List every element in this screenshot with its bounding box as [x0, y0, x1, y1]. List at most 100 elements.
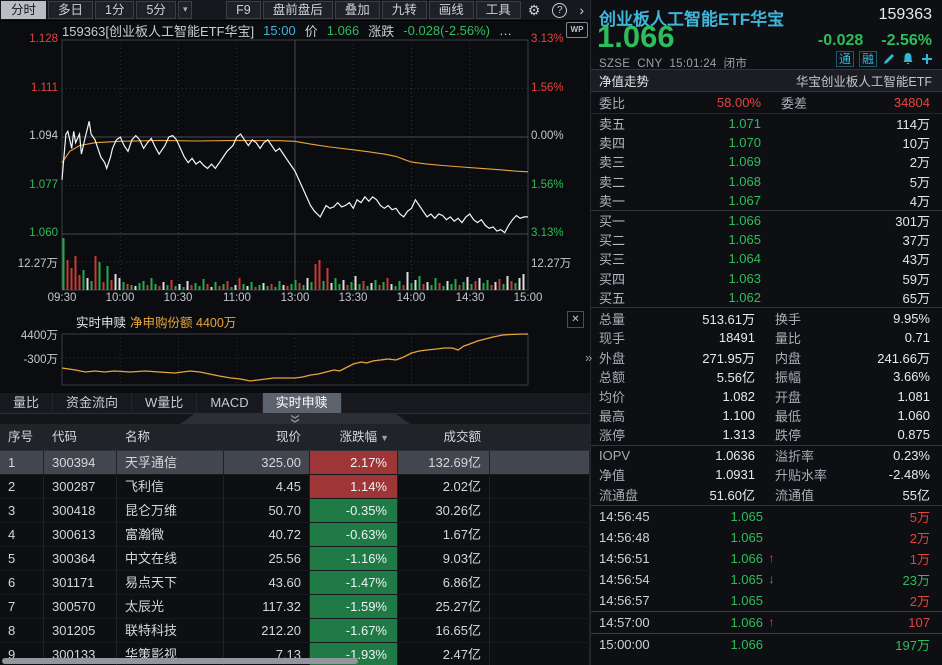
col-header-code[interactable]: 代码: [44, 424, 117, 450]
tab-volume-ratio[interactable]: 量比: [0, 393, 53, 413]
collapse-handle[interactable]: [180, 414, 410, 424]
table-row[interactable]: 1 300394 天孚通信 325.00 2.17% 132.69亿: [0, 451, 590, 475]
margin-badge-tong: 通: [836, 51, 854, 67]
table-row[interactable]: 5 300364 中文在线 25.56 -1.16% 9.03亿: [0, 547, 590, 571]
tab-timeline[interactable]: 分时: [1, 1, 46, 19]
close-icon[interactable]: ✕: [567, 311, 584, 328]
pre-post-market-button[interactable]: 盘前盘后: [263, 1, 333, 19]
tab-1min[interactable]: 1分: [95, 1, 134, 19]
table-row[interactable]: 2 300287 飞利信 4.45 1.14% 2.02亿: [0, 475, 590, 499]
bid-label: 买四: [599, 269, 643, 288]
stat-value-1: 1.082: [649, 389, 755, 404]
ask-row[interactable]: 卖一 1.067 4万: [591, 191, 942, 210]
panel-expander-icon[interactable]: »: [585, 350, 592, 365]
tick-row[interactable]: 14:56:51 1.066 ↑ 1万: [591, 548, 942, 569]
cell-price: 25.56: [224, 547, 310, 570]
horizontal-scrollbar[interactable]: [2, 658, 358, 664]
table-row[interactable]: 6 301171 易点天下 43.60 -1.47% 6.86亿: [0, 571, 590, 595]
f9-button[interactable]: F9: [226, 1, 261, 19]
nav-trend-row[interactable]: 净值走势 华宝创业板人工智能ETF: [591, 69, 942, 92]
cell-name[interactable]: 太辰光: [117, 595, 224, 618]
cell-name[interactable]: 易点天下: [117, 571, 224, 594]
table-row[interactable]: 4 300613 富瀚微 40.72 -0.63% 1.67亿: [0, 523, 590, 547]
tick-volume: 2万: [780, 528, 930, 547]
table-row[interactable]: 3 300418 昆仑万维 50.70 -0.35% 30.26亿: [0, 499, 590, 523]
nav-trend-label[interactable]: 净值走势: [599, 71, 649, 90]
x-tick: 11:00: [217, 292, 257, 304]
bid-volume: 65万: [761, 288, 930, 307]
intraday-chart[interactable]: [0, 0, 590, 310]
tick-row[interactable]: 14:56:54 1.065 ↓ 23万: [591, 569, 942, 590]
table-row[interactable]: 7 300570 太辰光 117.32 -1.59% 25.27亿: [0, 595, 590, 619]
draw-line-button[interactable]: 画线: [429, 1, 474, 19]
chart-symbol-label: 159363[创业板人工智能ETF华宝]: [62, 21, 254, 40]
tab-macd[interactable]: MACD: [197, 393, 262, 413]
tick-row[interactable]: 14:56:57 1.065 2万: [591, 590, 942, 612]
bid-row[interactable]: 买一 1.066 301万: [591, 211, 942, 230]
cell-name[interactable]: 富瀚微: [117, 523, 224, 546]
cell-amount: 6.86亿: [398, 571, 490, 594]
ask-row[interactable]: 卖五 1.071 114万: [591, 114, 942, 133]
nine-turn-button[interactable]: 九转: [382, 1, 427, 19]
cell-name[interactable]: 中文在线: [117, 547, 224, 570]
tick-row[interactable]: 14:56:48 1.065 2万: [591, 527, 942, 548]
col-header-name[interactable]: 名称: [117, 424, 224, 450]
cell-change-pct: 2.17%: [310, 451, 398, 474]
tick-volume: 23万: [780, 570, 930, 589]
ask-row[interactable]: 卖四 1.070 10万: [591, 133, 942, 152]
x-tick: 15:00: [508, 292, 548, 304]
tick-row[interactable]: 14:57:00 1.066 ↑ 107: [591, 612, 942, 634]
cell-name[interactable]: 飞利信: [117, 475, 224, 498]
tick-row[interactable]: 15:00:00 1.066 197万: [591, 634, 942, 655]
more-dots-icon[interactable]: …: [499, 23, 512, 38]
col-header-amount[interactable]: 成交额: [398, 424, 490, 450]
cell-amount: 16.65亿: [398, 619, 490, 642]
col-header-change-pct[interactable]: 涨跌幅▼: [310, 424, 398, 450]
grid-dotted: [62, 40, 528, 290]
stat-row: IOPV 1.0636 溢折率 0.23%: [591, 445, 942, 465]
cell-name[interactable]: 联特科技: [117, 619, 224, 642]
bid-row[interactable]: 买二 1.065 37万: [591, 230, 942, 249]
tab-money-flow[interactable]: 资金流向: [53, 393, 132, 413]
chevron-right-icon[interactable]: ›: [579, 0, 584, 20]
bid-row[interactable]: 买四 1.063 59万: [591, 269, 942, 288]
stat-value-2: 1.081: [865, 389, 930, 404]
y-label: 1.077: [4, 179, 58, 191]
cell-code: 301171: [44, 571, 117, 594]
tab-w-volume-ratio[interactable]: W量比: [132, 393, 197, 413]
ask-row[interactable]: 卖三 1.069 2万: [591, 152, 942, 171]
tab-realtime-subscription[interactable]: 实时申赎: [263, 393, 342, 413]
stat-label-1: 涨停: [599, 425, 649, 444]
bid-row[interactable]: 买五 1.062 65万: [591, 288, 942, 307]
plus-icon[interactable]: [920, 52, 934, 66]
tab-5min[interactable]: 5分: [136, 1, 175, 19]
bid-volume: 59万: [761, 269, 930, 288]
bid-row[interactable]: 买三 1.064 43万: [591, 249, 942, 268]
table-row[interactable]: 8 301205 联特科技 212.20 -1.67% 16.65亿: [0, 619, 590, 643]
stat-value-1: 271.95万: [649, 348, 755, 367]
tab-multiday[interactable]: 多日: [48, 1, 93, 19]
cell-name[interactable]: 天孚通信: [117, 451, 224, 474]
pencil-icon[interactable]: [882, 52, 896, 66]
cell-name[interactable]: 昆仑万维: [117, 499, 224, 522]
tick-volume: 197万: [780, 635, 930, 654]
bid-volume: 43万: [761, 249, 930, 268]
stat-row: 外盘 271.95万 内盘 241.66万: [591, 348, 942, 367]
period-dropdown-icon[interactable]: ▾: [178, 1, 193, 19]
overlay-button[interactable]: 叠加: [335, 1, 380, 19]
sort-desc-icon[interactable]: ▼: [380, 433, 389, 443]
tick-price: 1.066: [671, 615, 763, 630]
tick-direction-icon: ↑: [763, 551, 780, 565]
subplot-grid: [62, 334, 528, 385]
panel-divider-strip: [0, 414, 590, 424]
tools-button[interactable]: 工具: [476, 1, 521, 19]
col-header-index[interactable]: 序号: [0, 424, 44, 450]
bell-icon[interactable]: [901, 52, 915, 66]
ask-row[interactable]: 卖二 1.068 5万: [591, 172, 942, 191]
ask-price: 1.068: [643, 174, 761, 189]
help-icon[interactable]: ?: [552, 3, 567, 18]
col-header-price[interactable]: 现价: [224, 424, 310, 450]
tick-row[interactable]: 14:56:45 1.065 5万: [591, 506, 942, 527]
stat-label-2: 溢折率: [755, 446, 865, 465]
gear-icon[interactable]: ⚙: [528, 0, 541, 20]
